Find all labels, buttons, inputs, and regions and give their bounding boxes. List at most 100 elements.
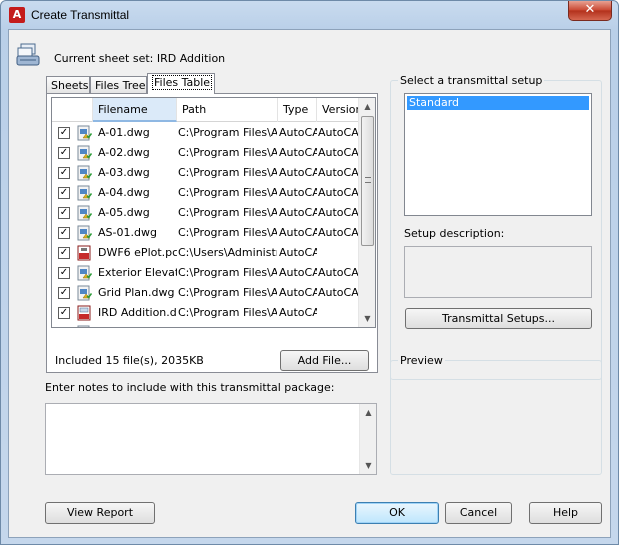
row-checkbox[interactable]: ✓ (58, 307, 70, 319)
tab-files-tree-label: Files Tree (95, 79, 146, 92)
dwg-file-icon (76, 285, 93, 301)
preview-group (390, 360, 602, 475)
close-button[interactable]: ✕ (568, 1, 612, 21)
row-checkbox[interactable]: ✓ (58, 327, 70, 328)
scrollbar-thumb[interactable] (361, 116, 374, 246)
table-row[interactable]: ✓ A-04.dwg C:\Program Files\Au AutoCA AutoCA… (52, 183, 359, 203)
cell-path: C:\Program Files\Au (178, 306, 277, 319)
row-checkbox[interactable]: ✓ (58, 207, 70, 219)
add-file-button[interactable]: Add File... (280, 350, 369, 371)
create-transmittal-dialog: A Create Transmittal ✕ Current sheet set… (0, 0, 619, 545)
column-header-check[interactable] (52, 98, 93, 122)
files-grid: Filename Path Type Version ✓ A-01.dwg C:\P… (51, 97, 376, 328)
ok-button[interactable]: OK (355, 502, 439, 524)
cell-filename: A-01.dwg (98, 126, 150, 139)
row-checkbox[interactable]: ✓ (58, 127, 70, 139)
cell-type: AutoCA (279, 226, 317, 239)
cell-filename: AS-01.dwg (98, 226, 157, 239)
scroll-up-arrow-icon[interactable]: ▲ (359, 98, 375, 115)
table-row[interactable]: ✓ A-02.dwg C:\Program Files\Au AutoCA AutoCA… (52, 143, 359, 163)
cell-version (318, 303, 359, 323)
column-header-filename[interactable]: Filename (93, 98, 177, 122)
files-grid-scrollbar[interactable]: ▲ ▼ (358, 98, 375, 327)
title-bar[interactable]: A Create Transmittal ✕ (1, 1, 618, 29)
transmittal-setup-list[interactable]: Standard (404, 93, 592, 216)
row-checkbox[interactable]: ✓ (58, 267, 70, 279)
tab-files-tree[interactable]: Files Tree (90, 76, 147, 94)
cell-version: AutoCAD (318, 323, 359, 327)
notes-scrollbar[interactable]: ▲ ▼ (359, 404, 376, 474)
sheet-set-icon (16, 43, 40, 66)
cell-type: AutoCA (279, 266, 317, 279)
cell-path: C:\Program Files\Au (178, 186, 277, 199)
row-checkbox[interactable]: ✓ (58, 247, 70, 259)
notes-textarea[interactable]: ▲ ▼ (45, 403, 377, 475)
row-checkbox[interactable]: ✓ (58, 147, 70, 159)
cell-type: AutoCA (279, 246, 317, 259)
cell-path: C:\Program Files\Au (178, 266, 277, 279)
cell-filename: A-05.dwg (98, 206, 150, 219)
table-row[interactable]: ✓ Grid Plan.dwg C:\Program Files\Au AutoCA A… (52, 283, 359, 303)
autocad-app-icon[interactable]: A (9, 7, 25, 23)
notes-scroll-up-arrow-icon[interactable]: ▲ (360, 404, 377, 421)
cell-filename: A-02.dwg (98, 146, 150, 159)
transmittal-setup-label: Select a transmittal setup (398, 74, 545, 87)
help-button[interactable]: Help (529, 502, 602, 524)
table-row[interactable]: ✓ IRD Addition.dstC:\Program Files\AuAuto… (52, 303, 359, 323)
setup-description-label: Setup description: (404, 227, 505, 240)
dialog-client-area: Current sheet set: IRD Addition Sheets F… (8, 29, 611, 538)
row-checkbox[interactable]: ✓ (58, 287, 70, 299)
view-report-button[interactable]: View Report (45, 502, 155, 524)
cell-filename: A-03.dwg (98, 166, 150, 179)
cell-version: AutoCAD (318, 146, 359, 159)
dwg-file-icon (76, 265, 93, 281)
column-header-version[interactable]: Version (317, 98, 359, 122)
setup-description-box (404, 246, 592, 298)
row-checkbox[interactable]: ✓ (58, 167, 70, 179)
dwg-file-icon (76, 185, 93, 201)
window-title: Create Transmittal (31, 8, 130, 22)
row-checkbox[interactable]: ✓ (58, 187, 70, 199)
table-row[interactable]: ✓ A-01.dwg C:\Program Files\Au AutoCA AutoCA… (52, 123, 359, 143)
tab-sheets[interactable]: Sheets (46, 76, 90, 94)
cancel-button[interactable]: Cancel (445, 502, 512, 524)
files-table-panel: Filename Path Type Version ✓ A-01.dwg C:\P… (46, 93, 378, 373)
cell-type: AutoCA (279, 286, 317, 299)
cell-filename: A-04.dwg (98, 186, 150, 199)
column-header-path[interactable]: Path (177, 98, 278, 122)
table-row[interactable]: ✓ AS-01.dwg C:\Program Files\Au AutoCA AutoC… (52, 223, 359, 243)
tab-sheets-label: Sheets (51, 79, 89, 92)
table-row[interactable]: ✓Exterior ElevatioC:\Program Files\AuAut… (52, 263, 359, 283)
table-row[interactable]: ✓ A-03.dwg C:\Program Files\Au AutoCA AutoCA… (52, 163, 359, 183)
dst-file-icon (76, 305, 92, 321)
file-rows: ✓ A-01.dwg C:\Program Files\Au AutoCA AutoCA… (52, 123, 359, 328)
table-row[interactable]: ✓ IRD.dwtC:\Program Files\AuAutoCAAutoCAD (52, 323, 359, 328)
cell-filename: IRD.dwt (98, 323, 177, 327)
cell-path: C:\Program Files\Au (178, 166, 277, 179)
transmittal-setups-button[interactable]: Transmittal Setups... (405, 308, 592, 329)
cell-filename: IRD Addition.dst (98, 306, 177, 319)
cell-path: C:\Program Files\Au (178, 323, 277, 327)
dwg-file-icon (76, 205, 93, 221)
pc3-file-icon (76, 245, 92, 261)
tab-files-table[interactable]: Files Table (147, 73, 215, 94)
table-row[interactable]: ✓ A-05.dwg C:\Program Files\Au AutoCA AutoCA… (52, 203, 359, 223)
cell-path: C:\Program Files\Au (178, 146, 277, 159)
included-files-summary: Included 15 file(s), 2035KB (55, 354, 204, 367)
table-row[interactable]: ✓ DWF6 ePlot.pc3 C:\Users\Administra AutoCA (52, 243, 359, 263)
cell-filename: Grid Plan.dwg (98, 286, 175, 299)
cell-version: AutoCAD (318, 126, 359, 139)
notes-label: Enter notes to include with this transmi… (45, 381, 335, 394)
cell-type: AutoCA (279, 126, 317, 139)
dwg-file-icon (76, 325, 92, 327)
cell-version: AutoCAD (318, 266, 359, 279)
notes-scroll-down-arrow-icon[interactable]: ▼ (360, 457, 377, 474)
column-header-type[interactable]: Type (278, 98, 317, 122)
row-checkbox[interactable]: ✓ (58, 227, 70, 239)
dwg-file-icon (76, 165, 93, 181)
cell-filename: Exterior Elevatio (98, 266, 177, 279)
setup-item-standard[interactable]: Standard (407, 96, 589, 110)
cell-type: AutoCA (279, 186, 317, 199)
tab-files-table-label: Files Table (152, 75, 213, 90)
scroll-down-arrow-icon[interactable]: ▼ (359, 310, 375, 327)
